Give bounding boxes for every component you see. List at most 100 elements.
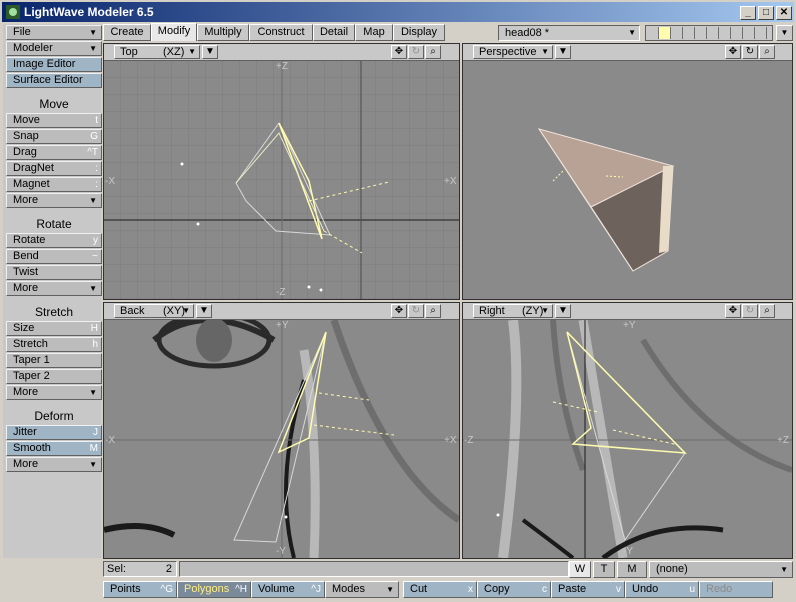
- viewport-options-button[interactable]: ▼: [202, 45, 218, 59]
- magnet-tool-button[interactable]: Magnet:: [6, 177, 102, 192]
- polygons-mode-button[interactable]: Polygons ^H: [177, 581, 251, 598]
- viewport-canvas[interactable]: +Y -Y -X +X: [104, 311, 459, 558]
- layer-2[interactable]: [659, 27, 671, 39]
- sidebar: File ▼ Modeler ▼ Image Editor Surface Edit…: [3, 24, 102, 558]
- redo-button[interactable]: Redo: [699, 581, 773, 598]
- layer-1[interactable]: [647, 27, 659, 39]
- axis-label-right: +X: [444, 176, 457, 187]
- layer-7[interactable]: [719, 27, 731, 39]
- file-menu-button[interactable]: File ▼: [6, 25, 102, 40]
- viewport-top[interactable]: Top (XZ) ▼ ▼ ✥ ↻ ⌕ +Z -Z -X +X: [103, 43, 460, 300]
- jitter-tool-button[interactable]: Jitter J: [6, 425, 102, 440]
- size-tool-button[interactable]: Size H: [6, 321, 102, 336]
- wtm-t-button[interactable]: T: [593, 561, 615, 578]
- viewport-options-button[interactable]: ▼: [555, 45, 571, 59]
- tab-create[interactable]: Create: [103, 24, 151, 41]
- deform-more-button[interactable]: More ▼: [6, 457, 102, 472]
- view-mode-select[interactable]: Right (ZY) ▼: [473, 304, 553, 318]
- zoom-icon[interactable]: ⌕: [425, 304, 441, 318]
- layer-dropdown-button[interactable]: ▼: [776, 25, 793, 41]
- undo-button[interactable]: Undo u: [625, 581, 699, 598]
- zoom-icon[interactable]: ⌕: [759, 304, 775, 318]
- viewport-header: Back (XY) ▼ ▼ ✥ ↻ ⌕: [104, 303, 459, 320]
- stretch-more-button[interactable]: More ▼: [6, 385, 102, 400]
- back-view-backdrop: [104, 311, 459, 558]
- drag-tool-button[interactable]: Drag ^T: [6, 145, 102, 160]
- viewport-options-button[interactable]: ▼: [196, 304, 212, 318]
- stretch-tool-button[interactable]: Stretch h: [6, 337, 102, 352]
- paste-button[interactable]: Paste v: [551, 581, 625, 598]
- snap-tool-button[interactable]: Snap G: [6, 129, 102, 144]
- view-mode-select[interactable]: Back (XY) ▼: [114, 304, 194, 318]
- maximize-button[interactable]: □: [758, 6, 774, 20]
- pan-icon[interactable]: ✥: [391, 304, 407, 318]
- move-more-button[interactable]: More ▼: [6, 193, 102, 208]
- tab-multiply[interactable]: Multiply: [197, 24, 249, 41]
- taper2-tool-button[interactable]: Taper 2: [6, 369, 102, 384]
- smooth-tool-button[interactable]: Smooth M: [6, 441, 102, 456]
- tab-detail[interactable]: Detail: [313, 24, 355, 41]
- cut-button[interactable]: Cut x: [403, 581, 477, 598]
- zoom-icon[interactable]: ⌕: [425, 45, 441, 59]
- sel-label: Sel:: [107, 563, 126, 575]
- layer-10[interactable]: [755, 27, 767, 39]
- copy-button[interactable]: Copy c: [477, 581, 551, 598]
- rotate-view-icon[interactable]: ↻: [408, 304, 424, 318]
- points-mode-button[interactable]: Points ^G: [103, 581, 177, 598]
- minimize-button[interactable]: _: [740, 6, 756, 20]
- tab-display[interactable]: Display: [393, 24, 445, 41]
- window-title: LightWave Modeler 6.5: [24, 5, 154, 19]
- info-field: [179, 561, 569, 577]
- layer-3[interactable]: [671, 27, 683, 39]
- axis-label-bottom: -Y: [276, 546, 286, 557]
- modes-dropdown[interactable]: Modes ▼: [325, 581, 399, 598]
- tab-construct[interactable]: Construct: [249, 24, 313, 41]
- rotate-view-icon[interactable]: ↻: [408, 45, 424, 59]
- viewport-canvas[interactable]: [463, 61, 792, 299]
- move-tool-button[interactable]: Move t: [6, 113, 102, 128]
- viewport-back[interactable]: Back (XY) ▼ ▼ ✥ ↻ ⌕ +Y -Y -X +X: [103, 302, 460, 559]
- viewport-canvas[interactable]: +Y -Y -Z +Z: [463, 319, 792, 558]
- rotate-view-icon[interactable]: ↻: [742, 45, 758, 59]
- rotate-view-icon[interactable]: ↻: [742, 304, 758, 318]
- layer-4[interactable]: [683, 27, 695, 39]
- axis-label-left: -Z: [464, 435, 474, 446]
- image-editor-button[interactable]: Image Editor: [6, 57, 102, 72]
- viewport-right[interactable]: Right (ZY) ▼ ▼ ✥ ↻ ⌕ +Y -Y -Z +Z: [462, 302, 793, 559]
- viewport-perspective[interactable]: Perspective ▼ ▼ ✥ ↻ ⌕: [462, 43, 793, 300]
- wtm-w-button[interactable]: W: [569, 561, 591, 578]
- modeler-menu-button[interactable]: Modeler ▼: [6, 41, 102, 56]
- zoom-icon[interactable]: ⌕: [759, 45, 775, 59]
- view-mode-select[interactable]: Perspective ▼: [473, 45, 553, 59]
- layer-8[interactable]: [731, 27, 743, 39]
- viewport-options-button[interactable]: ▼: [555, 304, 571, 318]
- chevron-down-icon: ▼: [386, 585, 394, 594]
- layer-bank[interactable]: [645, 25, 773, 41]
- surface-editor-button[interactable]: Surface Editor: [6, 73, 102, 88]
- tab-map[interactable]: Map: [355, 24, 393, 41]
- wtm-m-button[interactable]: M: [617, 561, 647, 578]
- viewport-header: Perspective ▼ ▼ ✥ ↻ ⌕: [463, 44, 792, 61]
- layer-6[interactable]: [707, 27, 719, 39]
- object-selector[interactable]: head08 * ▼: [498, 25, 640, 41]
- volume-mode-button[interactable]: Volume ^J: [251, 581, 325, 598]
- viewport-canvas[interactable]: +Z -Z -X +X: [104, 61, 459, 299]
- layer-5[interactable]: [695, 27, 707, 39]
- taper1-tool-button[interactable]: Taper 1: [6, 353, 102, 368]
- dragnet-tool-button[interactable]: DragNet:: [6, 161, 102, 176]
- bend-tool-button[interactable]: Bend ~: [6, 249, 102, 264]
- pan-icon[interactable]: ✥: [391, 45, 407, 59]
- rotate-tool-button[interactable]: Rotate y: [6, 233, 102, 248]
- pan-icon[interactable]: ✥: [725, 304, 741, 318]
- layer-9[interactable]: [743, 27, 755, 39]
- surface-select[interactable]: (none) ▼: [649, 561, 793, 578]
- right-view-backdrop: [463, 319, 792, 558]
- close-button[interactable]: ✕: [776, 6, 792, 20]
- twist-tool-button[interactable]: Twist: [6, 265, 102, 280]
- view-mode-select[interactable]: Top (XZ) ▼: [114, 45, 200, 59]
- axis-label-bottom: -Z: [276, 287, 286, 298]
- selection-count: Sel: 2: [103, 561, 177, 577]
- rotate-more-button[interactable]: More ▼: [6, 281, 102, 296]
- pan-icon[interactable]: ✥: [725, 45, 741, 59]
- tab-modify[interactable]: Modify: [151, 23, 197, 41]
